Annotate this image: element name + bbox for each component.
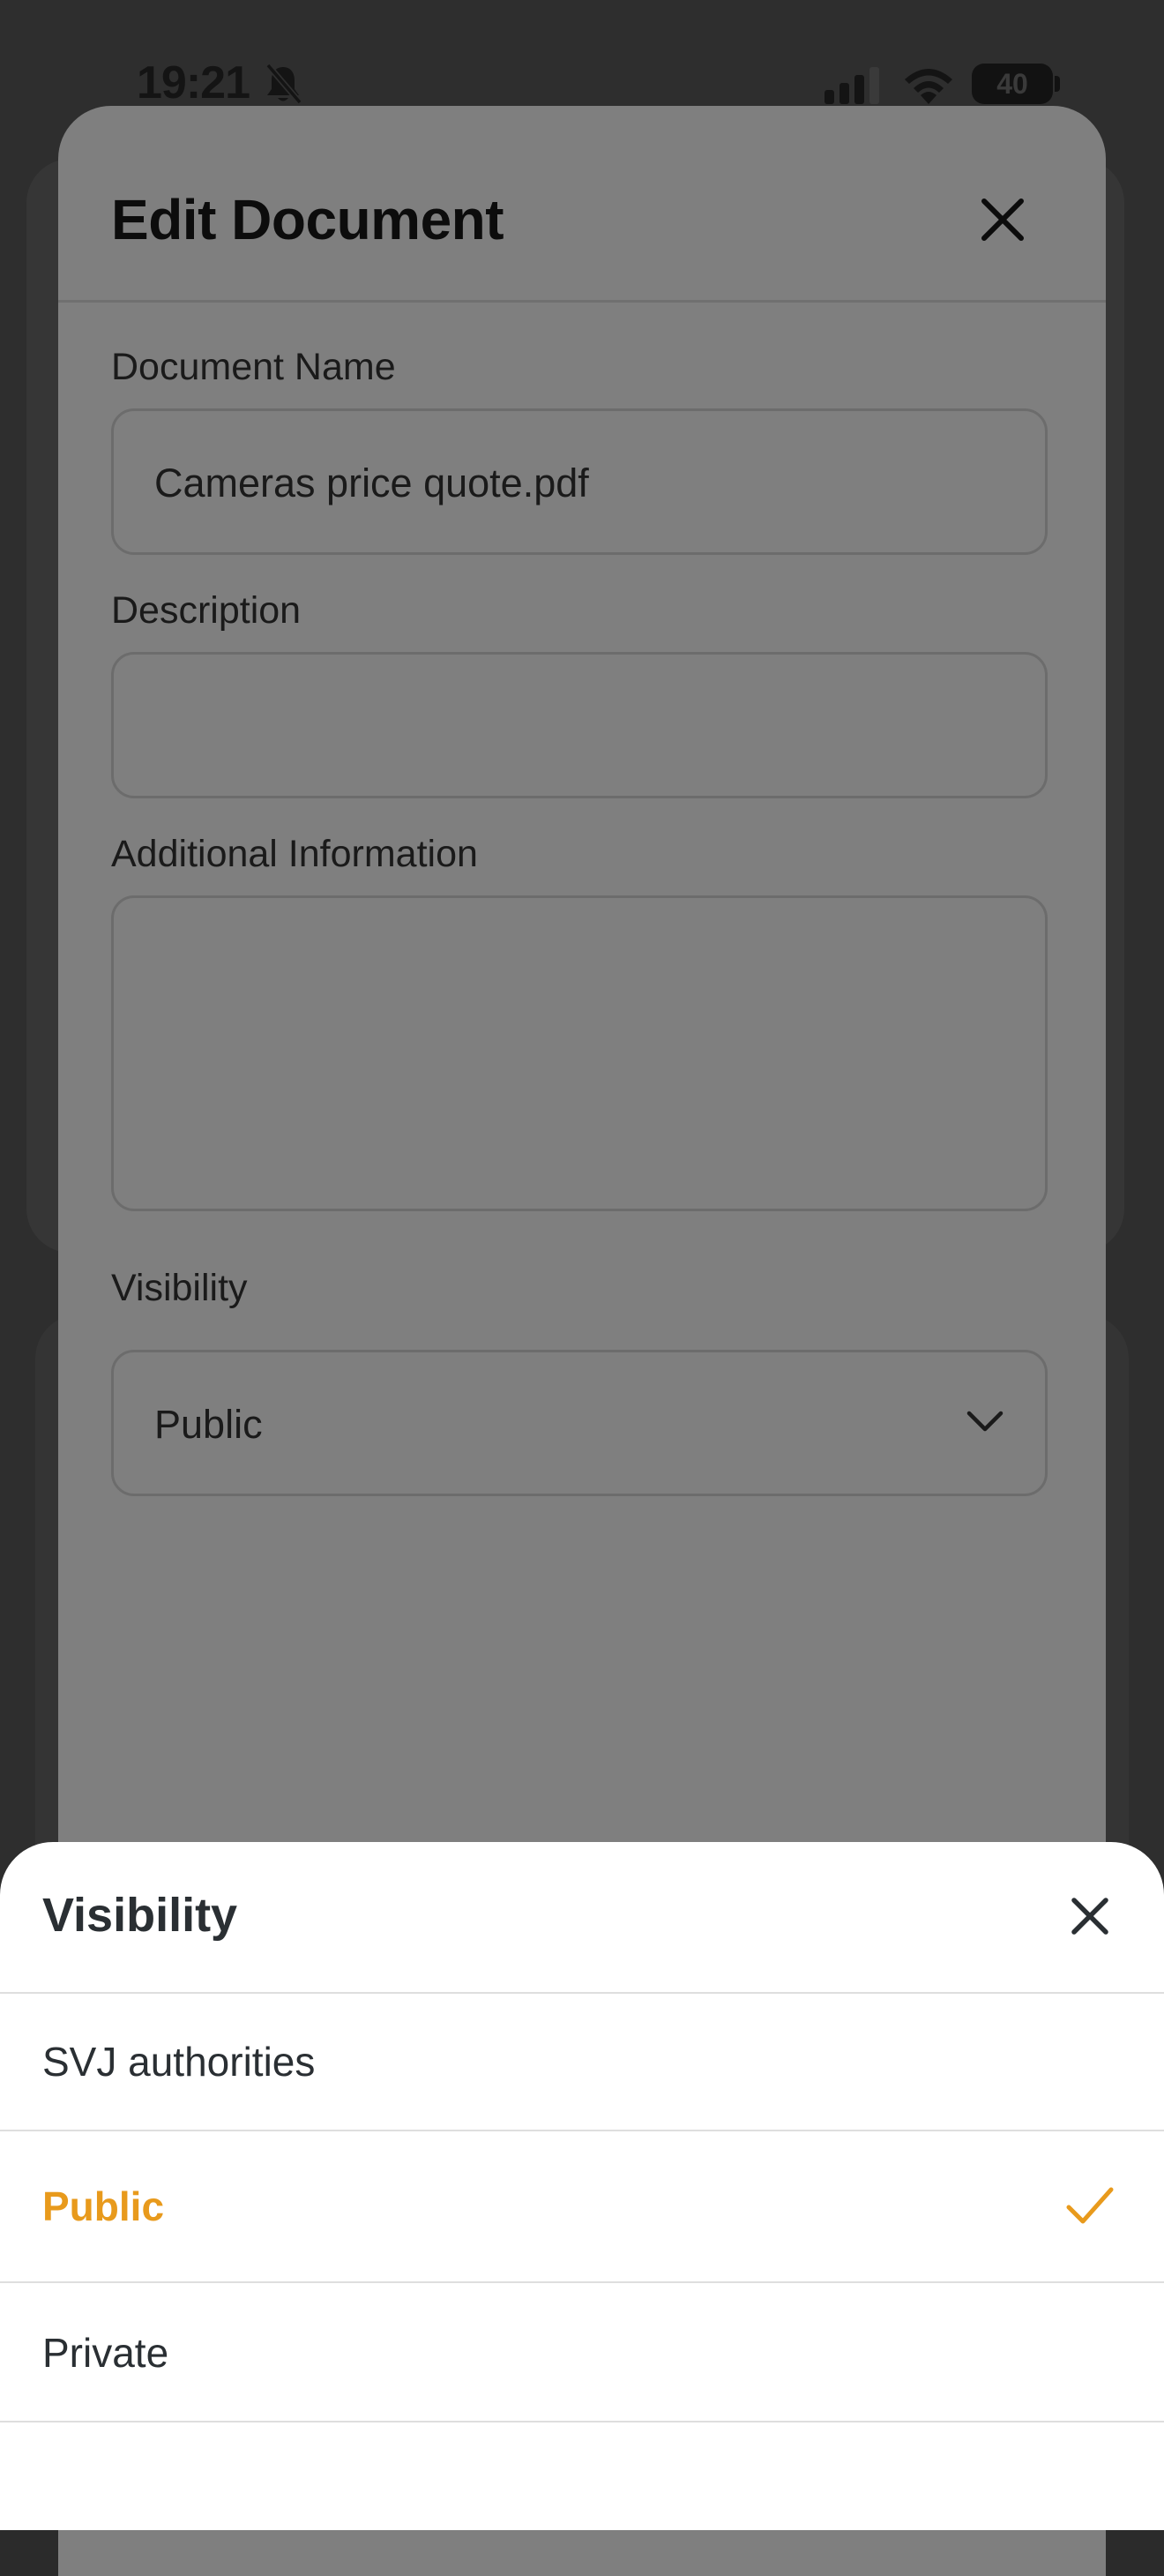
option-label: Private bbox=[42, 2330, 169, 2376]
document-name-value: Cameras price quote.pdf bbox=[154, 461, 589, 505]
modal-title: Edit Document bbox=[111, 188, 504, 251]
visibility-dropdown[interactable]: Public bbox=[111, 1350, 1048, 1496]
wifi-icon bbox=[905, 69, 952, 104]
option-label: Public bbox=[42, 2183, 165, 2229]
option-private[interactable]: Private bbox=[0, 2283, 1164, 2422]
description-field[interactable] bbox=[111, 652, 1048, 798]
close-icon[interactable] bbox=[1069, 1895, 1111, 1937]
bell-slash-icon bbox=[265, 63, 302, 105]
document-name-label: Document Name bbox=[111, 346, 396, 388]
checkmark-icon bbox=[1066, 2187, 1114, 2224]
battery-cap bbox=[1055, 76, 1060, 92]
description-label: Description bbox=[111, 589, 302, 632]
cellular-signal-icon bbox=[824, 67, 879, 104]
battery-icon: 40 bbox=[972, 64, 1053, 104]
additional-information-field[interactable] bbox=[111, 895, 1048, 1211]
close-icon[interactable] bbox=[975, 192, 1030, 247]
option-svj-authorities[interactable]: SVJ authorities bbox=[0, 1992, 1164, 2131]
option-label: SVJ authorities bbox=[42, 2039, 316, 2085]
visibility-bottom-sheet: Visibility SVJ authorities Public Privat… bbox=[0, 1842, 1164, 2530]
document-name-field[interactable]: Cameras price quote.pdf bbox=[111, 408, 1048, 555]
chevron-down-icon bbox=[966, 1411, 1004, 1432]
visibility-selected-value: Public bbox=[154, 1402, 263, 1447]
sheet-title: Visibility bbox=[42, 1889, 238, 1942]
additional-information-label: Additional Information bbox=[111, 833, 478, 875]
option-public[interactable]: Public bbox=[0, 2131, 1164, 2283]
status-time: 19:21 bbox=[137, 57, 250, 109]
sheet-header: Visibility bbox=[0, 1842, 1164, 1994]
modal-header: Edit Document bbox=[58, 106, 1106, 303]
visibility-label: Visibility bbox=[111, 1267, 248, 1309]
